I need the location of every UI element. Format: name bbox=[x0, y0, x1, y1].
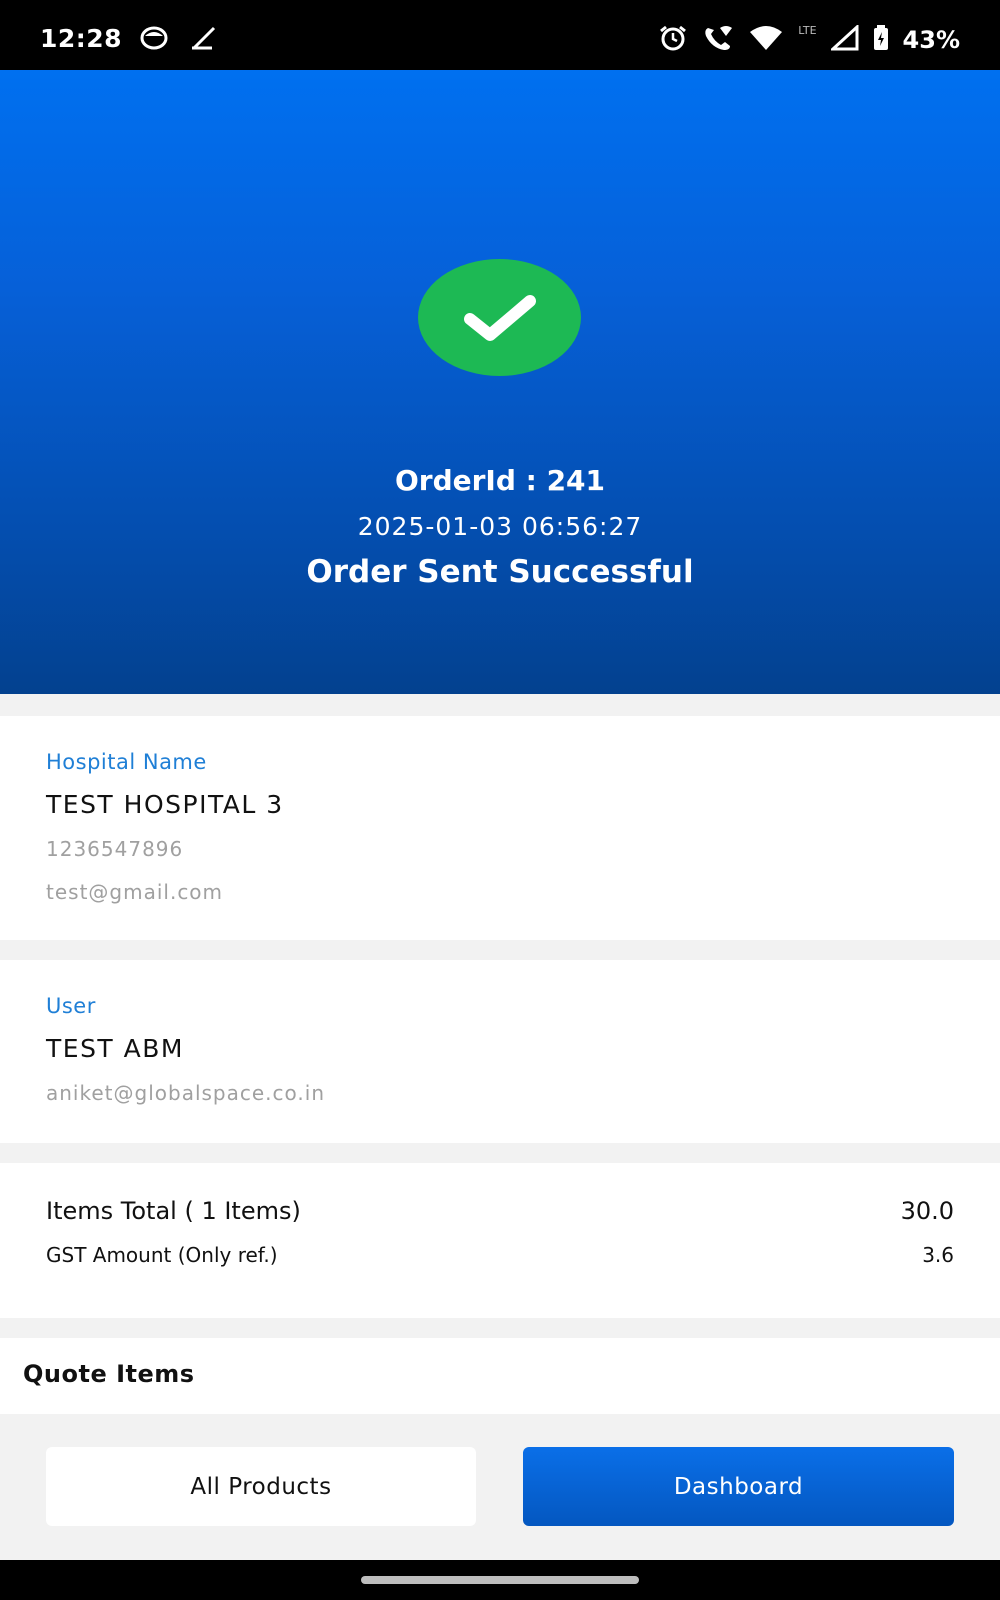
alarm-icon bbox=[658, 24, 688, 56]
status-right-icons: LTE 43% bbox=[658, 24, 960, 56]
all-products-button[interactable]: All Products bbox=[46, 1447, 476, 1526]
hospital-card: Hospital Name TEST HOSPITAL 3 1236547896… bbox=[0, 716, 1000, 940]
wifi-icon bbox=[748, 24, 784, 56]
wifi-call-icon bbox=[702, 24, 734, 56]
hospital-email: test@gmail.com bbox=[46, 880, 224, 904]
user-card: User TEST ABM aniket@globalspace.co.in bbox=[0, 960, 1000, 1143]
gst-amount-label: GST Amount (Only ref.) bbox=[46, 1243, 278, 1267]
home-gesture-pill[interactable] bbox=[361, 1576, 639, 1584]
network-type: LTE bbox=[798, 23, 817, 37]
quote-items-title: Quote Items bbox=[23, 1360, 195, 1388]
hospital-label: Hospital Name bbox=[46, 750, 207, 774]
gst-amount-value: 3.6 bbox=[922, 1243, 954, 1267]
totals-card: Items Total ( 1 Items) 30.0 GST Amount (… bbox=[0, 1163, 1000, 1318]
system-nav-bar bbox=[0, 1560, 1000, 1600]
order-status-message: Order Sent Successful bbox=[306, 554, 694, 590]
status-bar: 12:28 LTE 43% bbox=[0, 0, 1000, 70]
gst-amount-row: GST Amount (Only ref.) 3.6 bbox=[46, 1243, 954, 1267]
status-time: 12:28 bbox=[40, 24, 123, 53]
hospital-name: TEST HOSPITAL 3 bbox=[46, 790, 284, 819]
dashboard-button[interactable]: Dashboard bbox=[523, 1447, 954, 1526]
success-check-icon bbox=[418, 259, 581, 376]
order-success-hero: OrderId : 241 2025-01-03 06:56:27 Order … bbox=[0, 70, 1000, 694]
quote-items-section: Quote Items bbox=[0, 1338, 1000, 1414]
items-total-label: Items Total ( 1 Items) bbox=[46, 1197, 301, 1225]
hospital-phone: 1236547896 bbox=[46, 837, 184, 861]
pen-icon bbox=[190, 26, 220, 54]
notification-icon bbox=[140, 26, 168, 54]
user-label: User bbox=[46, 994, 96, 1018]
order-datetime: 2025-01-03 06:56:27 bbox=[357, 512, 643, 541]
items-total-row: Items Total ( 1 Items) 30.0 bbox=[46, 1197, 954, 1225]
order-id: OrderId : 241 bbox=[394, 464, 606, 497]
items-total-value: 30.0 bbox=[900, 1197, 954, 1225]
user-email: aniket@globalspace.co.in bbox=[46, 1081, 325, 1105]
status-left-icons bbox=[140, 26, 220, 54]
battery-icon bbox=[873, 25, 889, 55]
user-name: TEST ABM bbox=[46, 1034, 184, 1063]
signal-icon bbox=[828, 23, 859, 55]
battery-level: 43% bbox=[902, 26, 960, 54]
